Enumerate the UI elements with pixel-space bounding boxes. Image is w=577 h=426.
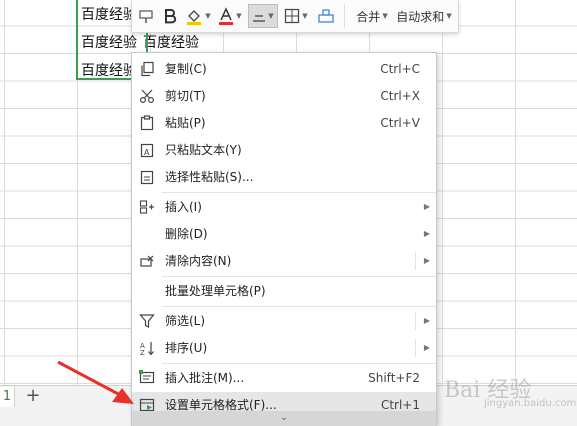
copy-icon [141,61,154,77]
chevron-down-icon: ▼ [236,12,242,20]
comment-icon [139,370,155,384]
menu-item-label: 插入批注(M)... [165,371,245,385]
menu-item-shortcut: Shift+F2 [368,371,420,385]
chevron-down-icon: ▼ [268,12,274,20]
menu-item-shortcut: Ctrl+X [380,89,420,103]
menu-item-shortcut: Ctrl+1 [380,398,420,412]
eraser-icon [318,9,334,23]
submenu-arrow-icon: ▶ [423,316,430,325]
border-icon [285,8,300,24]
menu-scroll-more[interactable]: ⌄ [132,411,436,426]
autosum-label: 自动求和 [396,9,445,24]
menu-item-label: 排序(U) [165,341,208,355]
menu-item-label: 选择性粘贴(S)... [165,170,254,184]
menu-item-sort[interactable]: A Z 排序(U) ▶ [132,335,436,361]
align-button[interactable]: ▼ [248,4,278,28]
filter-icon [139,314,155,328]
menu-item-paste-text-only[interactable]: A 只粘贴文本(Y) [132,137,436,163]
menu-item-label: 粘贴(P) [165,116,206,130]
chevron-down-icon: ▼ [205,12,211,20]
border-button[interactable]: ▼ [282,4,310,28]
align-bottom-icon [253,15,266,22]
autosum-button[interactable]: 自动求和 ▼ [394,4,454,28]
clear-icon [140,255,154,267]
add-sheet-button[interactable]: + [24,386,42,406]
menu-item-insert[interactable]: 插入(I) ▶ [132,194,436,220]
fill-color-button[interactable]: ▼ [184,4,212,28]
svg-text:A: A [144,148,150,157]
menu-item-divider [415,252,416,270]
menu-item-batch-process[interactable]: 批量处理单元格(P) [132,278,436,304]
toolbar-divider [344,4,345,28]
menu-item-label: 剪切(T) [165,89,206,103]
svg-text:Z: Z [140,349,145,356]
menu-item-shortcut: Ctrl+C [380,62,420,76]
fill-bucket-icon [187,10,202,25]
menu-item-delete[interactable]: 删除(D) ▶ [132,221,436,247]
clear-format-button[interactable] [314,4,338,28]
cut-icon [139,89,155,104]
submenu-arrow-icon: ▶ [423,343,430,352]
insert-icon [139,200,154,214]
menu-item-clear-contents[interactable]: 清除内容(N) ▶ [132,248,436,274]
chevron-down-icon: ▼ [446,12,452,20]
submenu-arrow-icon: ▶ [423,202,430,211]
menu-item-label: 批量处理单元格(P) [165,284,266,298]
menu-separator [162,192,436,193]
menu-item-label: 插入(I) [165,200,202,214]
menu-separator [162,306,436,307]
menu-item-copy[interactable]: 复制(C) Ctrl+C [132,56,436,82]
menu-item-label: 删除(D) [165,227,208,241]
cell-b2-text: 百度经验 [143,35,199,51]
menu-item-label: 复制(C) [165,62,207,76]
menu-item-label: 清除内容(N) [165,254,232,268]
menu-item-label: 设置单元格格式(F)... [165,398,277,412]
menu-separator [162,276,436,277]
font-color-icon [219,7,234,25]
chevron-down-icon: ▼ [382,12,388,20]
floating-format-toolbar: ▼ ▼ ▼ ▼ 合并 ▼ 自动求和 ▼ [131,0,459,33]
context-menu: 复制(C) Ctrl+C 剪切(T) Ctrl+X 粘贴(P) Ctrl+V A… [131,52,437,426]
menu-item-divider [415,339,416,357]
bold-button[interactable] [160,4,180,28]
paste-special-icon [140,170,154,185]
submenu-arrow-icon: ▶ [423,229,430,238]
format-painter-button[interactable] [136,4,156,28]
menu-item-paste-special[interactable]: 选择性粘贴(S)... [132,164,436,190]
sheet-tab[interactable]: 1 [0,387,15,407]
chevron-down-icon: ▼ [302,12,308,20]
chevron-down-icon: ⌄ [280,413,288,423]
watermark-url: jingyan.baidu.com [484,398,577,409]
submenu-arrow-icon: ▶ [423,256,430,265]
font-color-button[interactable]: ▼ [216,4,244,28]
merge-label: 合并 [356,9,381,24]
menu-item-label: 只粘贴文本(Y) [165,143,242,157]
merge-button[interactable]: 合并 ▼ [350,4,394,28]
sort-icon: A Z [140,342,154,356]
menu-item-divider [415,312,416,330]
menu-item-shortcut: Ctrl+V [380,116,420,130]
menu-item-paste[interactable]: 粘贴(P) Ctrl+V [132,110,436,136]
menu-item-cut[interactable]: 剪切(T) Ctrl+X [132,83,436,109]
paste-text-icon: A [140,143,154,158]
menu-item-insert-comment[interactable]: 插入批注(M)... Shift+F2 [132,365,436,391]
menu-item-label: 筛选(L) [165,314,206,328]
format-painter-icon [139,10,153,23]
bold-icon [165,9,177,24]
menu-separator [162,363,436,364]
menu-item-filter[interactable]: 筛选(L) ▶ [132,308,436,334]
paste-icon [140,115,154,131]
